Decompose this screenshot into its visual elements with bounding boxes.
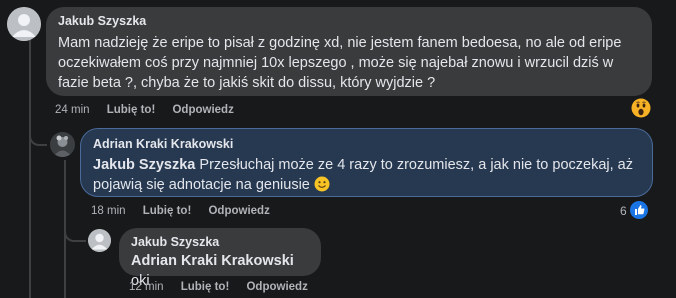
comment-actions: 18 min Lubię to! Odpowiedz	[91, 205, 284, 217]
default-avatar-icon	[7, 7, 41, 41]
profile-photo-icon	[50, 132, 75, 157]
avatar[interactable]	[50, 132, 75, 157]
reply-button[interactable]: Odpowiedz	[172, 104, 233, 116]
reply-bubble: Adrian Kraki Krakowski Jakub Szyszka Prz…	[80, 128, 653, 197]
comment-time[interactable]: 18 min	[91, 205, 126, 217]
reply-button[interactable]: Odpowiedz	[208, 205, 269, 217]
comment-thread: Jakub Szyszka Mam nadzieję że eripe to p…	[0, 0, 676, 298]
comment-author[interactable]: Jakub Szyszka	[131, 235, 309, 249]
smile-emoji-icon	[314, 176, 330, 192]
like-button[interactable]: Lubię to!	[181, 281, 230, 293]
like-button[interactable]: Lubię to!	[143, 205, 192, 217]
comment-actions: 12 min Lubię to! Odpowiedz	[129, 281, 322, 293]
like-button[interactable]: Lubię to!	[107, 104, 156, 116]
comment-time[interactable]: 24 min	[55, 104, 90, 116]
comment-author[interactable]: Adrian Kraki Krakowski	[93, 137, 640, 151]
comment-author[interactable]: Jakub Szyszka	[58, 14, 640, 28]
wow-emoji-icon[interactable]	[631, 98, 651, 118]
comment-actions: 24 min Lubię to! Odpowiedz	[55, 104, 248, 116]
comment-bubble: Jakub Szyszka Mam nadzieję że eripe to p…	[46, 7, 652, 96]
thumbs-up-icon[interactable]	[629, 200, 649, 220]
thread-line-main	[29, 40, 31, 298]
mention-link[interactable]: Adrian Kraki Krakowski	[131, 253, 294, 269]
avatar[interactable]	[7, 7, 41, 41]
mention-link[interactable]: Jakub Szyszka	[93, 157, 195, 173]
default-avatar-icon	[88, 229, 111, 252]
reply-button[interactable]: Odpowiedz	[246, 281, 307, 293]
like-count[interactable]: 6	[620, 204, 627, 218]
reply-bubble: Jakub Szyszka Adrian Kraki Krakowski oki	[119, 228, 321, 289]
thread-curve-1	[29, 128, 47, 146]
comment-time[interactable]: 12 min	[129, 281, 164, 293]
thread-curve-2	[64, 224, 86, 242]
avatar[interactable]	[88, 229, 111, 252]
comment-text: Mam nadzieję że eripe to pisał z godzinę…	[58, 35, 622, 91]
comment-text: Jakub Szyszka Przesłuchaj może ze 4 razy…	[93, 155, 640, 195]
